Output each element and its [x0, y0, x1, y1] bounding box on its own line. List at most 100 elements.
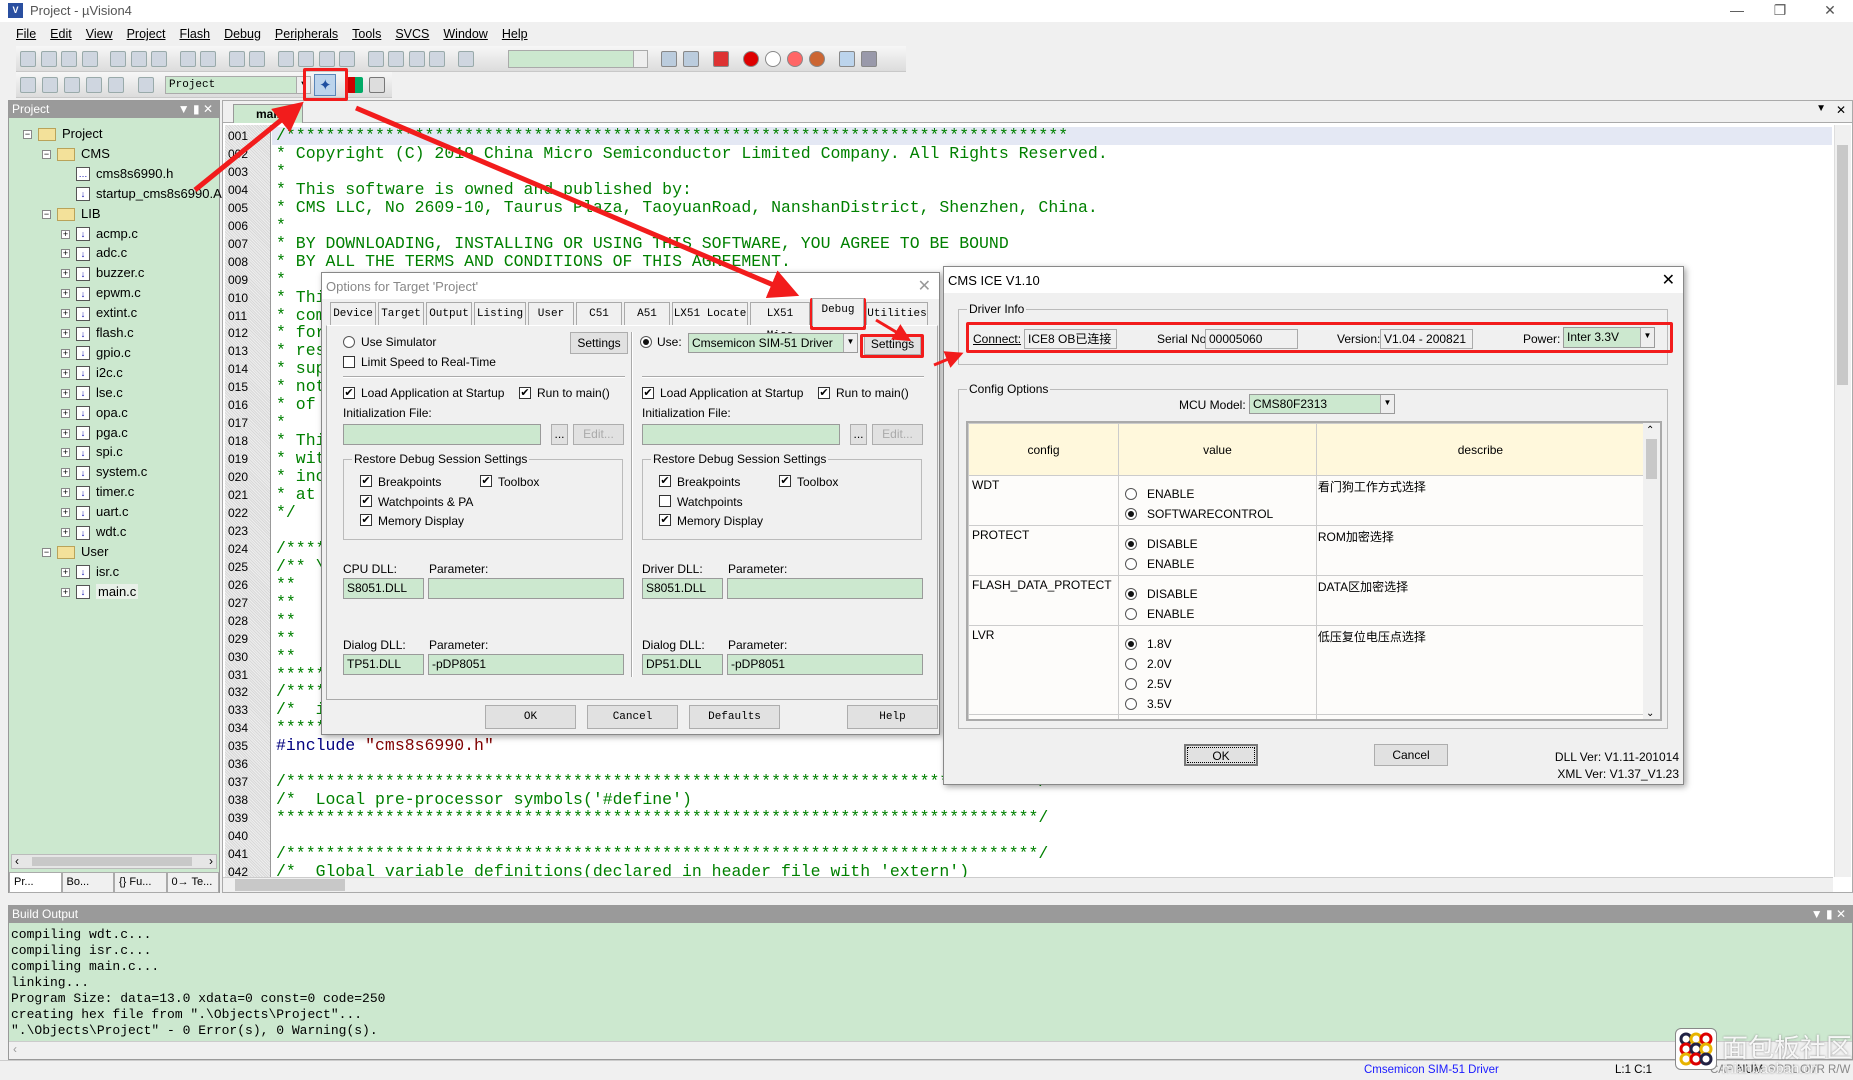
tree-item[interactable]: ↓ startup_cms8s6990.A5 [76, 184, 229, 203]
ok-button[interactable]: OK [485, 705, 576, 729]
tab-listing[interactable]: Listing [474, 302, 526, 325]
window-layout-icon[interactable] [839, 51, 855, 67]
dialog-dll-input[interactable]: DP51.DLL [642, 654, 723, 675]
simulator-settings-button[interactable]: Settings [570, 332, 628, 354]
radio-button[interactable] [1124, 638, 1137, 650]
options-for-target-button[interactable]: ✦ [314, 74, 336, 96]
minimize-button[interactable]: — [1722, 2, 1752, 18]
tree-item[interactable]: − Project [23, 124, 102, 143]
expand-icon[interactable]: + [61, 528, 70, 538]
tree-item[interactable]: + ↓ adc.c [61, 243, 127, 262]
tree-item[interactable]: − User [42, 542, 108, 561]
save-all-icon[interactable] [81, 51, 98, 67]
dll-parameter-input[interactable] [727, 578, 923, 599]
browse-button[interactable]: ... [551, 424, 568, 445]
expand-icon[interactable]: + [61, 468, 70, 478]
paste-icon[interactable] [151, 51, 167, 67]
close-button[interactable]: ✕ [1815, 2, 1845, 19]
edit-button[interactable]: Edit... [573, 424, 624, 445]
dialog-parameter-input[interactable]: -pDP8051 [727, 654, 923, 675]
radio-button[interactable] [1124, 508, 1137, 520]
scroll-left-icon[interactable]: ‹ [13, 1042, 17, 1056]
expand-icon[interactable]: + [61, 408, 70, 418]
find-combo[interactable] [508, 50, 648, 68]
radio-button[interactable] [1124, 658, 1137, 670]
disable-breakpoint-icon[interactable] [765, 51, 781, 67]
maximize-button[interactable]: ❐ [1765, 2, 1795, 19]
close-icon[interactable]: ✕ [918, 276, 931, 296]
limit-speed-checkbox[interactable] [343, 356, 355, 368]
dialog-parameter-input[interactable]: -pDP8051 [428, 654, 624, 675]
expand-icon[interactable]: + [61, 388, 70, 398]
menu-peripherals[interactable]: Peripherals [275, 27, 338, 41]
radio-button[interactable] [1124, 558, 1137, 570]
config-table-scrollbar[interactable]: ⌃ ⌄ [1643, 423, 1660, 719]
init-file-input[interactable] [343, 424, 541, 445]
expand-icon[interactable]: + [61, 249, 70, 259]
tab-target[interactable]: Target [378, 302, 424, 325]
build-horizontal-scrollbar[interactable]: ‹ [9, 1041, 1852, 1058]
tree-item[interactable]: … cms8s6990.h [76, 164, 173, 183]
next-bookmark-icon[interactable] [318, 51, 335, 67]
expand-icon[interactable]: + [61, 448, 70, 458]
ice-ok-button[interactable]: OK [1184, 744, 1258, 766]
expand-icon[interactable]: + [61, 508, 70, 518]
menu-file[interactable]: File [16, 27, 36, 41]
edit-button[interactable]: Edit... [872, 424, 923, 445]
uncomment-icon[interactable] [429, 51, 445, 67]
tab-output[interactable]: Output [426, 302, 472, 325]
expand-icon[interactable]: + [61, 229, 70, 239]
collapse-icon[interactable]: − [42, 149, 51, 159]
manage-components-icon[interactable] [347, 77, 363, 93]
editor-horizontal-scrollbar[interactable] [223, 877, 1833, 892]
panel-tab[interactable]: Bo... [61, 872, 114, 893]
undo-icon[interactable] [179, 51, 196, 67]
watchpoints-checkbox[interactable]: ✔ [360, 495, 372, 507]
radio-button[interactable] [1124, 538, 1137, 550]
unindent-icon[interactable] [388, 51, 404, 67]
use-simulator-radio[interactable] [343, 336, 355, 348]
collapse-icon[interactable]: − [42, 547, 51, 557]
tree-item[interactable]: + ↓ main.c [61, 582, 139, 601]
radio-button[interactable] [1124, 608, 1137, 620]
expand-icon[interactable]: + [61, 269, 70, 279]
menu-project[interactable]: Project [127, 27, 166, 41]
tab-list-icon[interactable]: ▼ [1816, 103, 1826, 114]
expand-icon[interactable]: + [61, 567, 70, 577]
close-icon[interactable]: ✕ [1662, 270, 1675, 290]
breakpoints-checkbox[interactable]: ✔ [659, 475, 671, 487]
panel-close-icon[interactable]: ▼ ▮ ✕ [178, 101, 213, 118]
menu-view[interactable]: View [86, 27, 113, 41]
tree-item[interactable]: − LIB [42, 204, 101, 223]
tab-debug[interactable]: Debug [812, 298, 864, 326]
tab-user[interactable]: User [528, 302, 574, 325]
editor-vertical-scrollbar[interactable] [1834, 125, 1851, 877]
tree-item[interactable]: + ↓ pga.c [61, 423, 128, 442]
load-application-checkbox[interactable]: ✔ [642, 387, 654, 399]
batch-build-icon[interactable] [86, 77, 102, 93]
redo-icon[interactable] [200, 51, 216, 67]
find-in-files-icon[interactable] [457, 51, 474, 67]
tree-item[interactable]: + ↓ i2c.c [61, 363, 123, 382]
collapse-icon[interactable]: − [42, 209, 51, 219]
config-option[interactable]: DISABLE [1119, 584, 1316, 604]
radio-button[interactable] [1124, 588, 1137, 600]
scroll-up-icon[interactable]: ⌃ [1646, 425, 1654, 436]
menu-help[interactable]: Help [502, 27, 528, 41]
dll-input[interactable]: S8051.DLL [343, 578, 424, 599]
memory-display-checkbox[interactable]: ✔ [659, 514, 671, 526]
tree-item[interactable]: + ↓ lse.c [61, 383, 123, 402]
tree-item[interactable]: + ↓ system.c [61, 462, 147, 481]
stop-build-icon[interactable] [108, 77, 124, 93]
panel-tab[interactable]: Pr... [9, 872, 62, 893]
find-icon[interactable] [661, 51, 677, 67]
run-to-main-checkbox[interactable]: ✔ [818, 387, 830, 399]
tab-a51[interactable]: A51 [624, 302, 670, 325]
tree-horizontal-scrollbar[interactable]: ‹ › [11, 854, 217, 869]
tree-item[interactable]: + ↓ uart.c [61, 502, 129, 521]
use-driver-radio[interactable] [640, 336, 652, 348]
close-editor-icon[interactable]: ✕ [1836, 103, 1846, 117]
dll-parameter-input[interactable] [428, 578, 624, 599]
kill-breakpoints-icon[interactable] [787, 51, 803, 67]
radio-button[interactable] [1124, 698, 1137, 710]
